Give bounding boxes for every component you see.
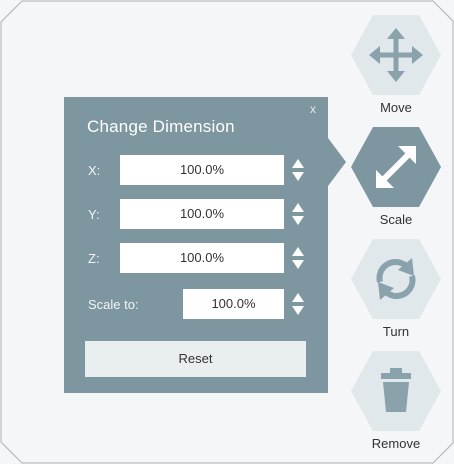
tool-turn-button[interactable]: Turn [350, 238, 442, 339]
stepper-down-icon[interactable] [292, 216, 304, 225]
tool-label: Scale [379, 212, 413, 227]
stepper-up-icon[interactable] [292, 247, 304, 256]
scale-to-label: Scale to: [88, 297, 139, 312]
dimension-row-x: X: 100.0% [64, 155, 328, 185]
y-stepper[interactable] [291, 201, 305, 229]
tool-remove-button[interactable]: Remove [350, 350, 442, 451]
scale-to-row: Scale to: 100.0% [64, 289, 328, 319]
dimension-label: Y: [88, 207, 100, 222]
reset-button[interactable]: Reset [85, 341, 306, 377]
dimension-row-y: Y: 100.0% [64, 199, 328, 229]
scale-to-field[interactable]: 100.0% [183, 289, 284, 319]
tool-scale-button[interactable]: Scale [350, 126, 442, 227]
stepper-down-icon[interactable] [292, 260, 304, 269]
z-field[interactable]: 100.0% [120, 243, 284, 273]
stepper-up-icon[interactable] [292, 203, 304, 212]
tool-label: Remove [371, 436, 421, 451]
dialog-pointer [328, 138, 346, 186]
x-field[interactable]: 100.0% [120, 155, 284, 185]
dimension-label: Z: [88, 251, 100, 266]
dimension-label: X: [88, 163, 101, 178]
hexagon-shape [351, 127, 441, 207]
x-stepper[interactable] [291, 157, 305, 185]
stepper-up-icon[interactable] [292, 159, 304, 168]
stepper-up-icon[interactable] [292, 293, 304, 302]
change-dimension-dialog: x Change Dimension X: 100.0% Y: 100.0% Z… [64, 97, 328, 393]
tool-label: Move [380, 100, 412, 115]
y-field[interactable]: 100.0% [120, 199, 284, 229]
hexagon-shape [351, 239, 441, 319]
scale-to-stepper[interactable] [291, 291, 305, 319]
trash-icon [381, 368, 411, 412]
hexagon-shape [351, 351, 441, 431]
stepper-down-icon[interactable] [292, 306, 304, 315]
hexagon-shape [351, 15, 441, 95]
dialog-title: Change Dimension [87, 117, 235, 136]
stepper-down-icon[interactable] [292, 172, 304, 181]
dimension-row-z: Z: 100.0% [64, 243, 328, 273]
z-stepper[interactable] [291, 245, 305, 273]
tool-label: Turn [382, 324, 410, 339]
close-icon[interactable]: x [310, 102, 316, 116]
tool-move-button[interactable]: Move [350, 14, 442, 115]
